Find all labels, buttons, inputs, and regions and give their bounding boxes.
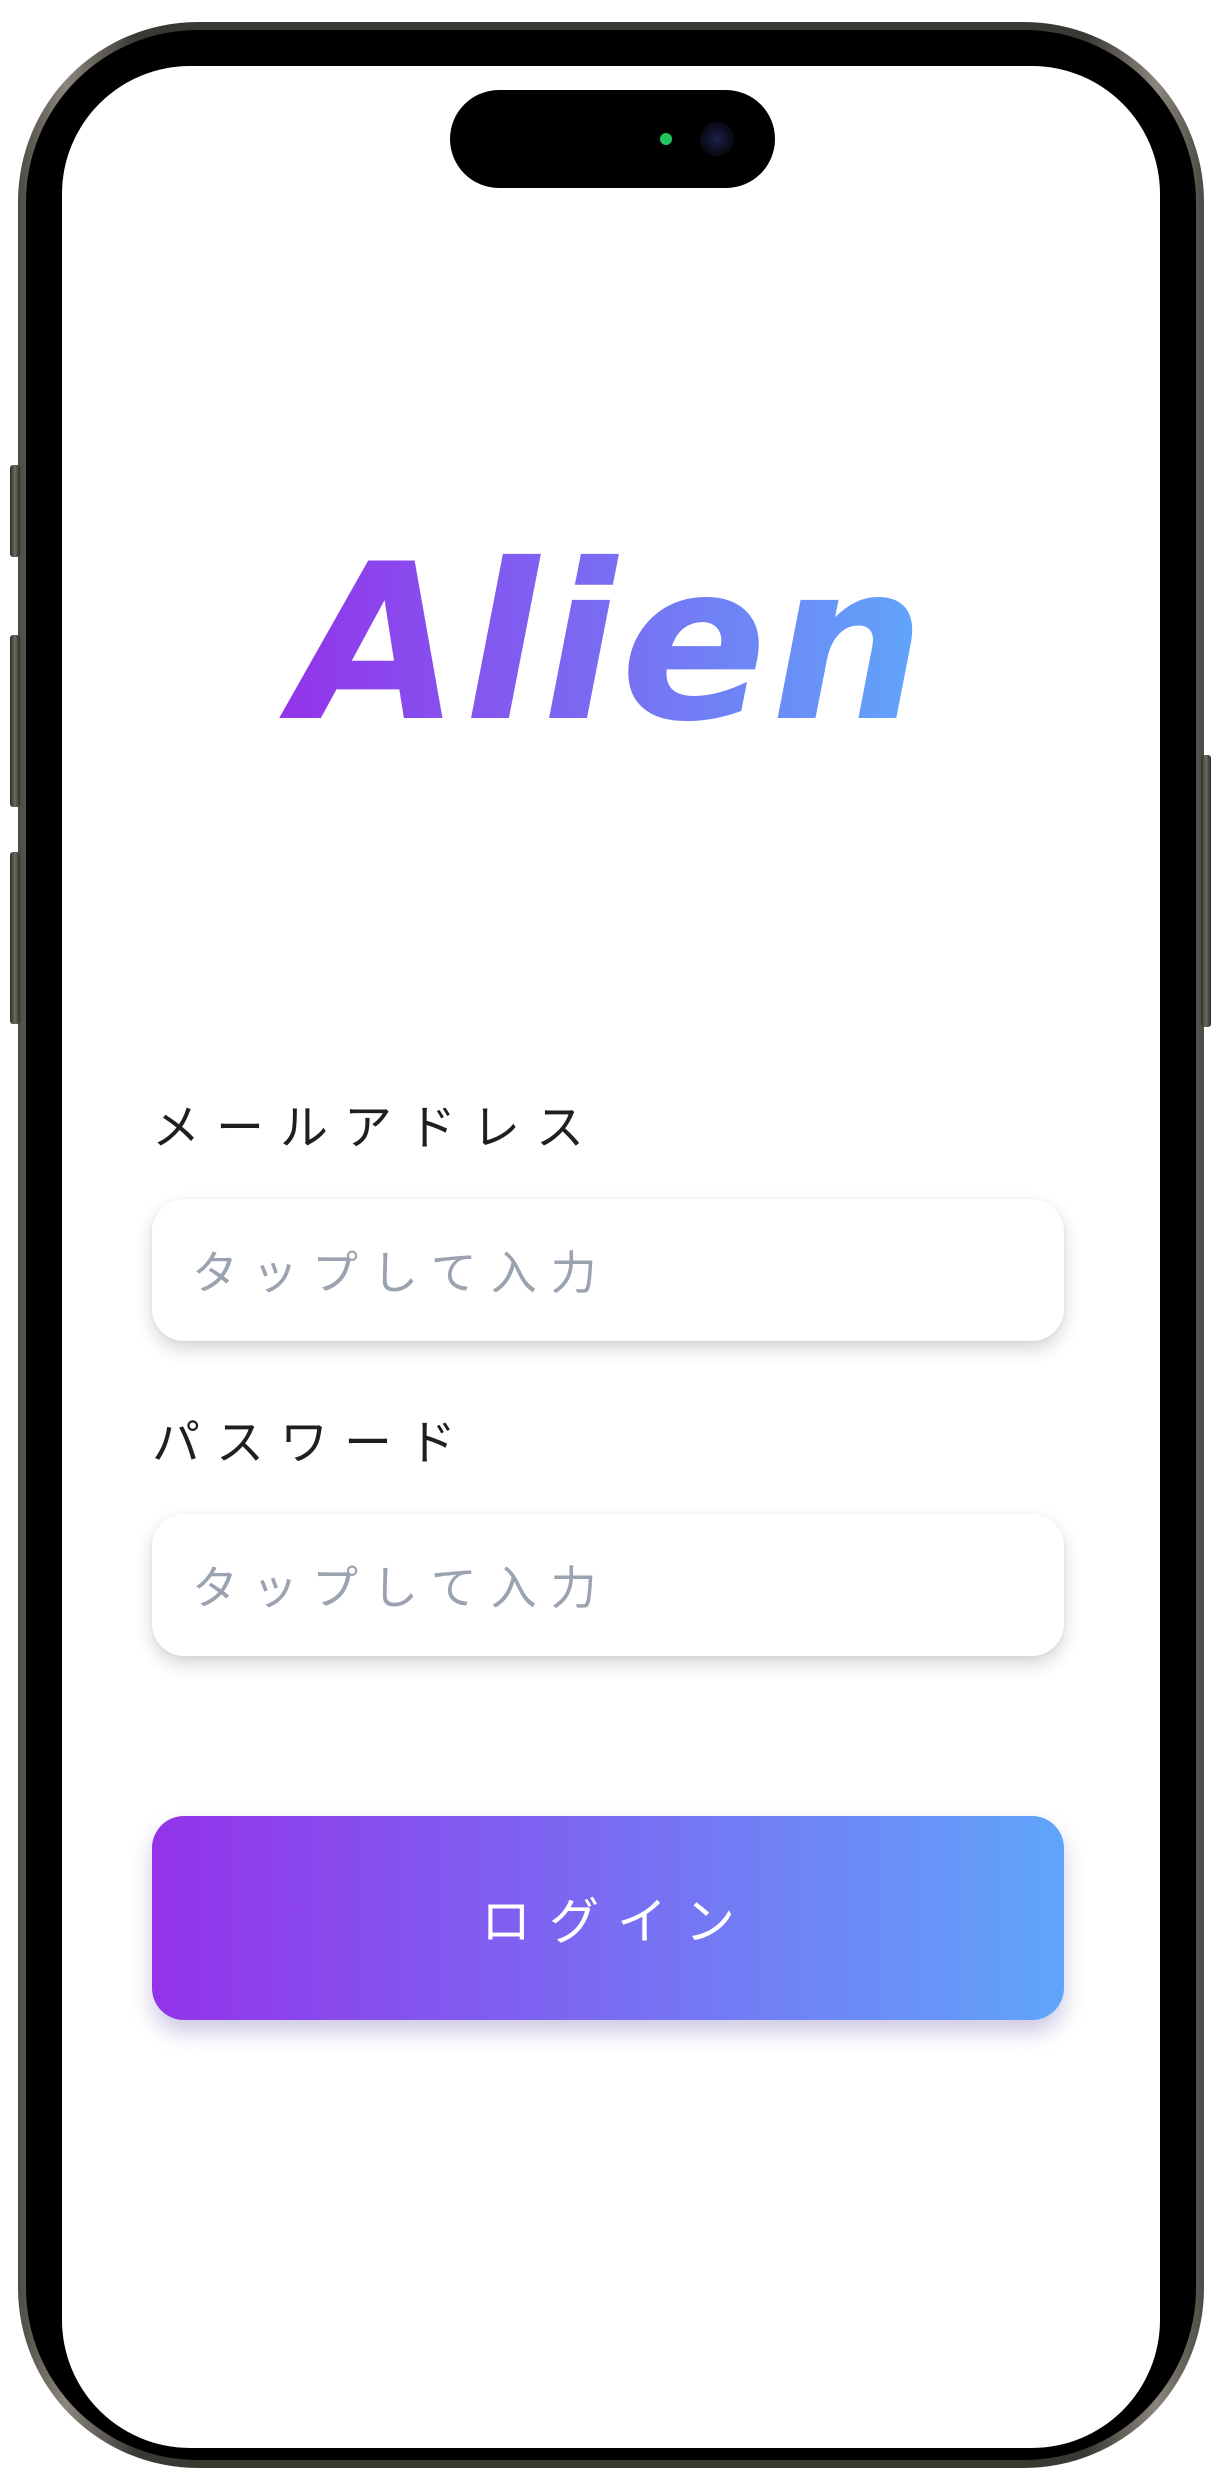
login-button-label: ログイン (481, 1893, 753, 1951)
volume-down-button (10, 852, 20, 1024)
password-field[interactable]: タップして入力 (152, 1514, 1064, 1656)
email-placeholder: タップして入力 (192, 1246, 611, 1300)
camera-indicator-icon (660, 133, 672, 145)
password-label: パスワード (152, 1415, 473, 1471)
power-button (1201, 755, 1211, 1027)
action-button (10, 465, 20, 557)
email-label: メールアドレス (152, 1100, 601, 1156)
login-button[interactable]: ログイン (152, 1816, 1064, 2020)
app-logo: Alien (62, 536, 1160, 752)
dynamic-island (450, 90, 775, 188)
front-camera-icon (700, 122, 734, 156)
volume-up-button (10, 635, 20, 807)
phone-screen: Alien メールアドレス タップして入力 パスワード タップして入力 ログイン (62, 66, 1160, 2448)
password-placeholder: タップして入力 (192, 1561, 611, 1615)
email-field[interactable]: タップして入力 (152, 1199, 1064, 1341)
